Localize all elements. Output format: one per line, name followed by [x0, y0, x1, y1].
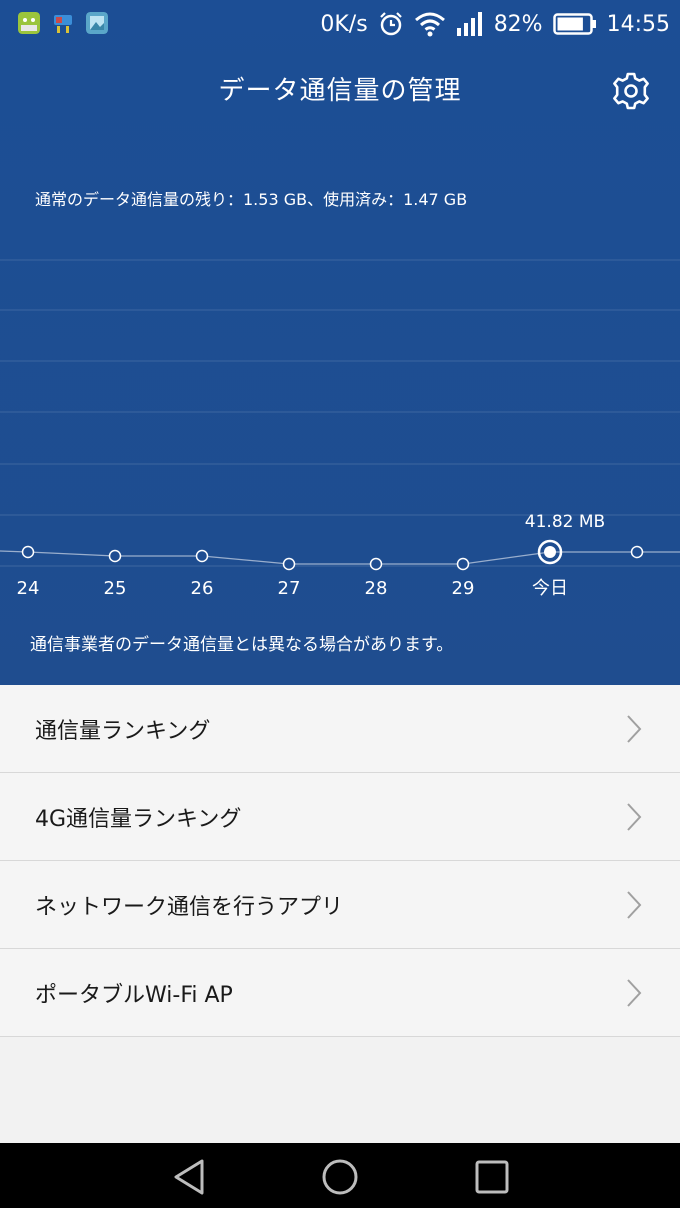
x-tick-label: 28 — [365, 578, 388, 599]
data-point — [195, 549, 209, 563]
chevron-right-icon — [627, 979, 642, 1007]
data-point — [21, 545, 35, 559]
navigation-bar — [0, 1143, 680, 1208]
chevron-right-icon — [627, 891, 642, 919]
menu-item-4g-usage-ranking[interactable]: 4G通信量ランキング — [0, 773, 680, 861]
daily-usage-chart: 24 25 26 27 28 29 今日 41.82 MB — [0, 259, 680, 599]
data-point — [369, 557, 383, 571]
status-bar: 0K/s 82% 14:55 — [0, 0, 680, 48]
chevron-right-icon — [627, 803, 642, 831]
menu-list: 通信量ランキング 4G通信量ランキング ネットワーク通信を行うアプリ ポータブル… — [0, 685, 680, 1037]
page-title: データ通信量の管理 — [218, 76, 462, 106]
menu-item-label: ネットワーク通信を行うアプリ — [35, 894, 344, 920]
network-speed: 0K/s — [320, 11, 368, 37]
usage-header-panel: 0K/s 82% 14:55 データ通信量の管理 通常のデータ通信量の残り：1.… — [0, 0, 680, 685]
carrier-disclaimer: 通信事業者のデータ通信量とは異なる場合があります。 — [30, 635, 454, 655]
data-point — [456, 557, 470, 571]
menu-item-label: 通信量ランキング — [35, 718, 211, 744]
data-point — [108, 549, 122, 563]
data-label: 41.82 MB — [525, 512, 605, 532]
menu-item-portable-wifi-ap[interactable]: ポータブルWi-Fi AP — [0, 949, 680, 1037]
data-point — [630, 545, 644, 559]
battery-icon — [552, 13, 596, 35]
x-tick-label: 29 — [452, 578, 475, 599]
back-icon[interactable] — [170, 1157, 210, 1197]
menu-item-label: ポータブルWi-Fi AP — [35, 982, 233, 1008]
x-tick-label: 24 — [17, 578, 40, 599]
recent-apps-icon[interactable] — [472, 1157, 512, 1197]
x-tick-label: 27 — [278, 578, 301, 599]
gallery-app-icon — [86, 12, 108, 34]
battery-percent: 82% — [493, 11, 543, 37]
signal-icon — [456, 12, 482, 36]
usage-summary: 通常のデータ通信量の残り：1.53 GB、使用済み：1.47 GB — [35, 190, 468, 209]
mix-app-icon — [18, 12, 40, 34]
wifi-icon — [414, 12, 445, 37]
home-icon[interactable] — [320, 1157, 360, 1197]
data-point — [282, 557, 296, 571]
menu-item-label: 4G通信量ランキング — [35, 806, 242, 832]
stopwatch-app-icon — [54, 15, 72, 33]
menu-item-usage-ranking[interactable]: 通信量ランキング — [0, 685, 680, 773]
data-point-highlight-core — [544, 546, 556, 558]
alarm-icon — [379, 12, 402, 36]
chevron-right-icon — [627, 715, 642, 743]
usage-line — [0, 550, 680, 565]
x-tick-label: 26 — [191, 578, 214, 599]
x-tick-label: 25 — [104, 578, 127, 599]
notification-icons — [18, 12, 108, 34]
gear-icon[interactable] — [610, 70, 652, 112]
system-status: 0K/s 82% 14:55 — [320, 0, 670, 48]
clock: 14:55 — [606, 11, 670, 37]
menu-item-network-apps[interactable]: ネットワーク通信を行うアプリ — [0, 861, 680, 949]
x-tick-label: 今日 — [532, 578, 568, 599]
